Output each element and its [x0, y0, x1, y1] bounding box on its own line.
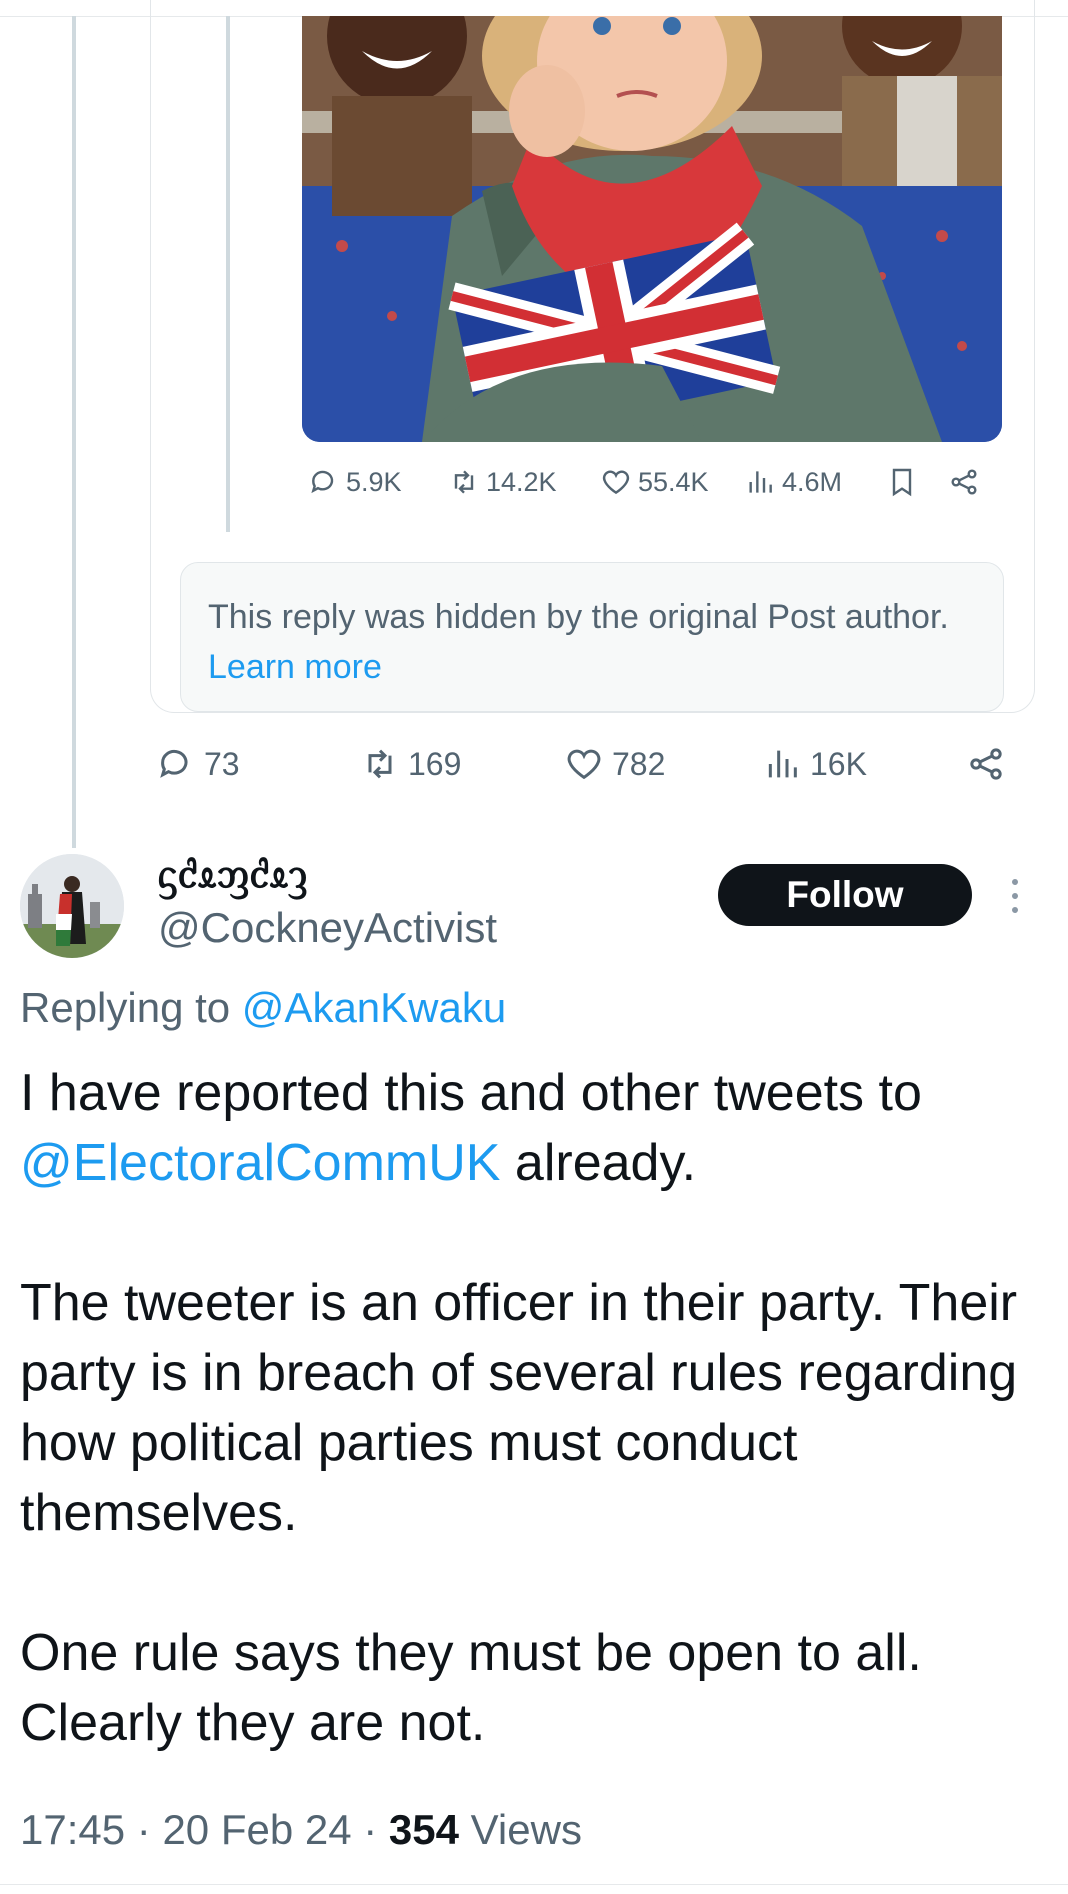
quoted-share-button[interactable] — [948, 466, 980, 498]
more-dots-icon — [1012, 879, 1018, 913]
reply-button[interactable]: 73 — [156, 744, 240, 784]
heart-icon — [567, 749, 601, 780]
parent-post-actions: 73 169 782 16K — [156, 744, 1016, 794]
post-text: I have reported this and other tweets to… — [20, 1058, 1050, 1758]
reply-icon — [160, 749, 188, 778]
post-text-intro: I have reported this and other tweets to — [20, 1064, 922, 1122]
share-button[interactable] — [966, 744, 1006, 784]
post-image[interactable] — [302, 16, 1002, 442]
share-icon — [951, 469, 977, 495]
views-label: Views — [470, 1806, 582, 1853]
quoted-bookmark-button[interactable] — [886, 466, 918, 498]
share-icon — [970, 748, 1002, 780]
follow-button[interactable]: Follow — [718, 864, 972, 926]
replying-to: Replying to @AkanKwaku — [20, 984, 506, 1032]
avatar-image — [20, 854, 124, 958]
post-line-1: I have reported this and other tweets to… — [20, 1058, 1050, 1198]
heart-icon — [602, 470, 630, 495]
post-time[interactable]: 17:45 — [20, 1806, 125, 1853]
reply-count: 73 — [204, 745, 240, 782]
quoted-views-button[interactable]: 4.6M — [744, 466, 842, 498]
analytics-icon — [749, 471, 772, 493]
replying-to-handle[interactable]: @AkanKwaku — [242, 984, 506, 1031]
repost-icon — [454, 470, 474, 494]
quoted-reply-button[interactable]: 5.9K — [308, 466, 402, 498]
post-paragraph-3: One rule says they must be open to all. … — [20, 1624, 922, 1752]
bottom-divider — [0, 1884, 1068, 1885]
repost-button[interactable]: 169 — [360, 744, 461, 784]
post-metadata: 17:45 · 20 Feb 24 · 354 Views — [20, 1806, 582, 1853]
thread-connector-line — [72, 16, 76, 848]
user-handle[interactable]: @CockneyActivist — [158, 904, 497, 952]
post-text-intro-end: already. — [500, 1134, 697, 1192]
replying-to-label: Replying to — [20, 984, 231, 1031]
avatar[interactable] — [20, 854, 124, 958]
more-options-icon[interactable] — [1000, 872, 1030, 922]
hidden-reply-text: This reply was hidden by the original Po… — [208, 592, 988, 692]
quoted-like-count: 55.4K — [638, 466, 709, 497]
analytics-icon — [768, 750, 797, 778]
like-button[interactable]: 782 — [564, 744, 665, 784]
quoted-reply-count: 5.9K — [346, 466, 402, 497]
like-count: 782 — [612, 745, 666, 782]
view-count: 354 — [388, 1806, 459, 1853]
quoted-repost-count: 14.2K — [486, 466, 557, 497]
quoted-thread-line — [226, 16, 230, 532]
post-image-illustration — [302, 16, 1002, 442]
quoted-repost-button[interactable]: 14.2K — [448, 466, 557, 498]
display-name[interactable]: ᦓᦺᦸᦀᦺᦸᦡ — [158, 852, 308, 900]
learn-more-link[interactable]: Learn more — [208, 648, 382, 686]
bookmark-icon — [892, 468, 912, 497]
repost-icon — [368, 749, 392, 779]
post-date[interactable]: 20 Feb 24 — [162, 1806, 351, 1853]
quoted-views-count: 4.6M — [782, 466, 843, 497]
reply-icon — [311, 470, 334, 494]
quoted-post-actions: 5.9K 14.2K 55.4K 4.6M — [308, 466, 1028, 506]
mention-link[interactable]: @ElectoralCommUK — [20, 1134, 500, 1192]
repost-count: 169 — [408, 745, 462, 782]
quoted-like-button[interactable]: 55.4K — [600, 466, 709, 498]
views-count: 16K — [810, 745, 867, 782]
post-paragraph-2: The tweeter is an officer in their party… — [20, 1274, 1018, 1542]
hidden-reply-message: This reply was hidden by the original Po… — [208, 598, 949, 636]
views-button[interactable]: 16K — [762, 744, 867, 784]
